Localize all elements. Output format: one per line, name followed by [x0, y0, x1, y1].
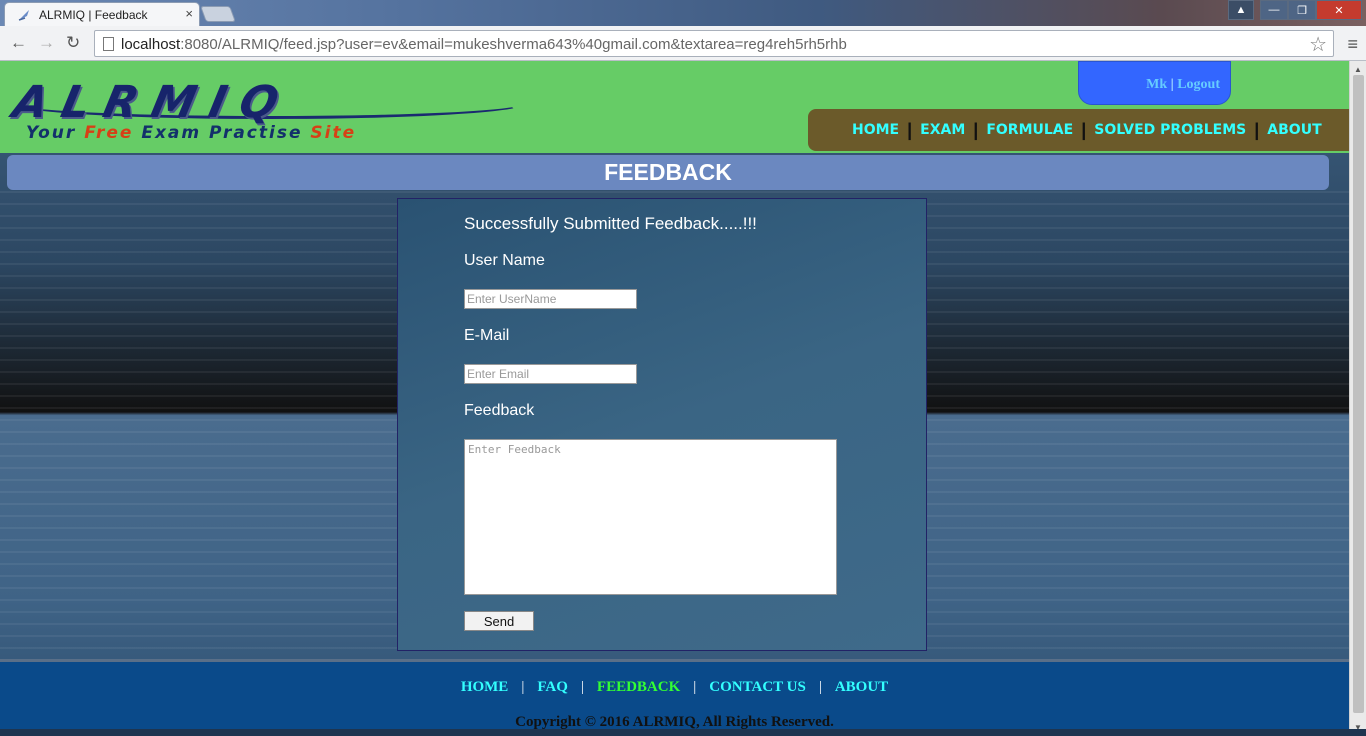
forward-icon[interactable]: → [38, 33, 55, 53]
email-label: E-Mail [464, 327, 510, 344]
maximize-button[interactable]: ❐ [1288, 0, 1316, 20]
user-links: Mk | Logout [1146, 77, 1220, 93]
footer-faq-link[interactable]: FAQ [537, 679, 568, 695]
page-title: FEEDBACK [604, 159, 732, 185]
back-icon[interactable]: ← [10, 33, 27, 53]
scroll-thumb[interactable] [1353, 75, 1364, 713]
nav-solved-problems[interactable]: SOLVED PROBLEMS [1094, 122, 1246, 138]
address-bar[interactable]: localhost:8080/ALRMIQ/feed.jsp?user=ev&e… [94, 30, 1334, 57]
feedback-textarea[interactable] [464, 439, 837, 595]
page-favicon-icon [18, 10, 29, 21]
site-header: ALRMIQ Your Free Exam Practise Site Mk |… [0, 61, 1349, 153]
user-name-link[interactable]: Mk [1146, 77, 1167, 92]
browser-titlebar: ALRMIQ | Feedback × ▲ — ❐ ✕ [0, 0, 1366, 26]
site-logo[interactable]: ALRMIQ Your Free Exam Practise Site [9, 77, 524, 147]
nav-exam[interactable]: EXAM [920, 122, 965, 138]
footer-about-link[interactable]: ABOUT [835, 679, 888, 695]
send-button[interactable]: Send [464, 611, 534, 631]
footer-feedback-link[interactable]: FEEDBACK [597, 679, 680, 695]
logo-tagline: Your Free Exam Practise Site [26, 123, 357, 143]
window-user-icon[interactable]: ▲ [1228, 0, 1254, 20]
minimize-button[interactable]: — [1260, 0, 1288, 20]
user-sep: | [1170, 77, 1174, 92]
os-taskbar [0, 729, 1366, 736]
url-text[interactable]: localhost:8080/ALRMIQ/feed.jsp?user=ev&e… [121, 36, 847, 53]
user-box: Mk | Logout [1078, 61, 1231, 105]
bookmark-star-icon[interactable]: ☆ [1309, 32, 1327, 57]
page-icon [103, 37, 114, 51]
page-title-bar: FEEDBACK [7, 155, 1329, 190]
logo-text: ALRMIQ [8, 77, 297, 128]
username-label: User Name [464, 252, 545, 269]
page-viewport: ALRMIQ Your Free Exam Practise Site Mk |… [0, 61, 1349, 736]
nav-about[interactable]: ABOUT [1267, 122, 1321, 138]
success-message: Successfully Submitted Feedback.....!!! [464, 214, 757, 233]
browser-tab[interactable]: ALRMIQ | Feedback × [4, 2, 200, 26]
tab-close-icon[interactable]: × [185, 6, 193, 21]
url-host: localhost [121, 36, 181, 53]
site-footer: HOME | FAQ | FEEDBACK | CONTACT US | ABOUT Copyr… [0, 659, 1349, 736]
reload-icon[interactable]: ↻ [66, 33, 80, 53]
url-path: :8080/ALRMIQ/feed.jsp?user=ev&email=muke… [180, 36, 847, 53]
nav-home[interactable]: HOME [852, 122, 899, 138]
window-controls: ▲ — ❐ ✕ [1228, 0, 1362, 20]
tab-title: ALRMIQ | Feedback [39, 8, 148, 22]
logout-link[interactable]: Logout [1177, 77, 1220, 92]
footer-nav: HOME | FAQ | FEEDBACK | CONTACT US | ABOUT [460, 679, 889, 695]
footer-contact-link[interactable]: CONTACT US [709, 679, 806, 695]
email-input[interactable] [464, 364, 637, 384]
browser-toolbar: ← → ↻ localhost:8080/ALRMIQ/feed.jsp?use… [0, 26, 1366, 61]
main-nav: HOME | EXAM | FORMULAE | SOLVED PROBLEMS… [808, 109, 1349, 151]
page-scrollbar[interactable]: ▲ ▼ [1349, 61, 1366, 736]
new-tab-button[interactable] [200, 6, 236, 22]
footer-home-link[interactable]: HOME [461, 679, 509, 695]
feedback-form: Successfully Submitted Feedback.....!!! … [397, 198, 927, 651]
nav-formulae[interactable]: FORMULAE [986, 122, 1073, 138]
browser-menu-icon[interactable]: ≡ [1347, 34, 1358, 55]
scroll-up-icon[interactable]: ▲ [1354, 65, 1362, 74]
username-input[interactable] [464, 289, 637, 309]
feedback-label: Feedback [464, 402, 535, 419]
close-window-button[interactable]: ✕ [1316, 0, 1362, 20]
